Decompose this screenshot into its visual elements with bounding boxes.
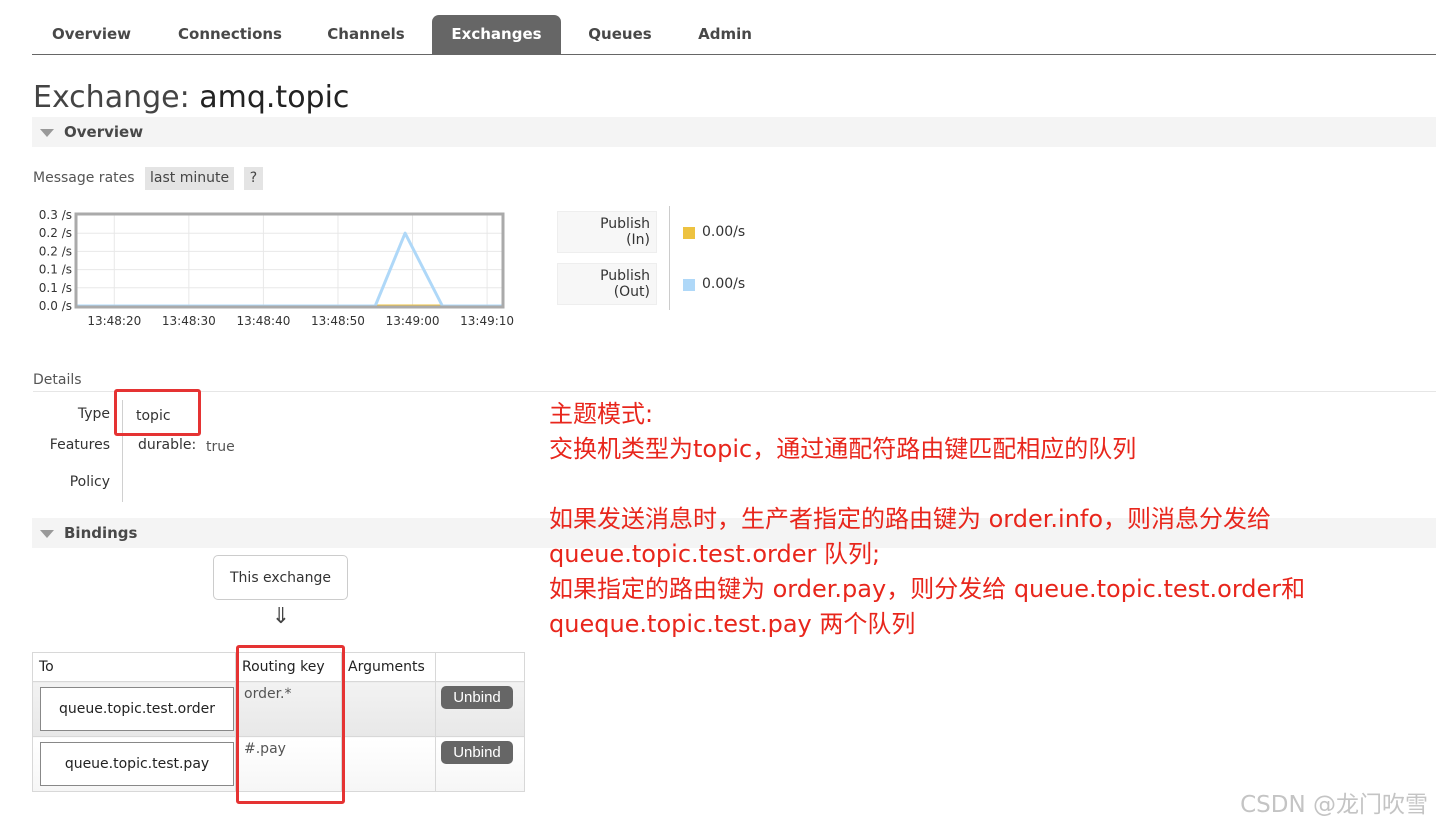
chart-x-tick-label: 13:48:30 [162,314,216,328]
this-exchange-node: This exchange [213,555,348,600]
queue-link[interactable]: queue.topic.test.pay [40,742,234,786]
exchange-name: amq.topic [199,80,350,115]
tab-exchanges[interactable]: Exchanges [432,15,561,54]
binding-to-cell: queue.topic.test.pay [32,736,236,792]
column-header-actions [435,652,525,682]
chart-grid [77,214,502,307]
chart-y-tick-label: 0.0 /s [39,299,72,313]
annotation-line: 交换机类型为topic，通过通配符路由键匹配相应的队列 [549,435,1137,463]
publish-out-rate: 0.00/s [702,276,746,292]
feature-durable-key: durable: [138,437,197,453]
watermark: CSDN @龙门吹雪 [1240,792,1428,818]
chart-y-tick-label: 0.2 /s [39,226,72,240]
annotation-line: 主题模式: [549,400,654,428]
tab-channels[interactable]: Channels [312,15,420,54]
tab-queues[interactable]: Queues [572,15,668,54]
column-header-arguments: Arguments [341,652,436,682]
annotation-line: queue.topic.test.order 队列; [549,540,881,568]
top-navigation: Overview Connections Channels Exchanges … [32,15,1436,55]
legend-divider [669,206,670,310]
rates-range-selector[interactable]: last minute [145,167,235,190]
chart-x-tick-label: 13:49:10 [460,314,514,328]
chart-x-tick-label: 13:48:40 [236,314,290,328]
tab-overview[interactable]: Overview [32,15,151,54]
column-header-to: To [32,652,236,682]
chart-y-tick-label: 0.1 /s [39,281,72,295]
collapse-triangle-icon [40,530,54,538]
legend-in-label-line2: (In) [626,232,650,248]
chart-y-tick-label: 0.3 /s [39,208,72,222]
detail-policy-key: Policy [69,474,110,490]
chart-x-tick-label: 13:48:50 [311,314,365,328]
chart-plot-frame [74,212,505,309]
annotation-line: queque.topic.test.pay 两个队列 [549,610,916,638]
legend-out-swatch [683,279,695,291]
collapse-triangle-icon [40,129,54,137]
legend-in-swatch [683,227,695,239]
legend-out-label-line2: (Out) [613,284,650,300]
binding-action-cell: Unbind [435,681,525,737]
annotation-highlight-routing-key [236,645,345,804]
binding-to-cell: queue.topic.test.order [32,681,236,737]
bindings-header-label: Bindings [64,524,138,542]
chart-x-tick-label: 13:49:00 [386,314,440,328]
chart-y-tick-label: 0.1 /s [39,263,72,277]
tab-connections[interactable]: Connections [160,15,300,54]
details-divider [33,391,1436,392]
feature-durable-value: true [206,439,235,455]
overview-header-label: Overview [64,123,144,141]
message-rates-label: Message rates [33,170,135,186]
detail-type-key: Type [77,406,110,422]
chart-x-tick-label: 13:48:20 [87,314,141,328]
down-double-arrow-icon: ⇓ [271,604,291,629]
queue-link[interactable]: queue.topic.test.order [40,687,234,731]
details-label: Details [33,372,82,388]
unbind-button[interactable]: Unbind [441,686,513,709]
tab-admin[interactable]: Admin [680,15,770,54]
title-prefix: Exchange: [33,80,190,115]
page-title: Exchange: amq.topic [33,80,349,115]
overview-section-header[interactable]: Overview [32,117,1436,147]
annotation-text: 主题模式: 交换机类型为topic，通过通配符路由键匹配相应的队列 如果发送消息… [549,397,1409,642]
binding-action-cell: Unbind [435,736,525,792]
annotation-highlight-type [114,389,201,436]
chart-y-tick-label: 0.2 /s [39,244,72,258]
legend-publish-out: Publish (Out) [557,263,657,305]
annotation-line: 如果发送消息时，生产者指定的路由键为 order.info，则消息分发给 [549,505,1272,533]
rates-help-button[interactable]: ? [244,167,263,190]
legend-in-label-line1: Publish [600,216,650,232]
binding-arguments-cell [341,736,436,792]
chart-x-ticks: 13:48:20 13:48:30 13:48:40 13:48:50 13:49:00… [87,314,514,328]
message-rates-chart: 0.3 /s 0.2 /s 0.2 /s 0.1 /s 0.1 /s 0.0 /s 13:… [39,208,514,328]
chart-y-ticks: 0.3 /s 0.2 /s 0.2 /s 0.1 /s 0.1 /s 0.0 /s [39,208,72,313]
legend-out-label-line1: Publish [600,268,650,284]
detail-features-key: Features [49,437,110,453]
unbind-button[interactable]: Unbind [441,741,513,764]
binding-arguments-cell [341,681,436,737]
annotation-line: 如果指定的路由键为 order.pay，则分发给 queue.topic.tes… [549,575,1306,603]
legend-publish-in: Publish (In) [557,211,657,253]
publish-in-rate: 0.00/s [702,224,746,240]
annotation-line [549,467,1409,502]
